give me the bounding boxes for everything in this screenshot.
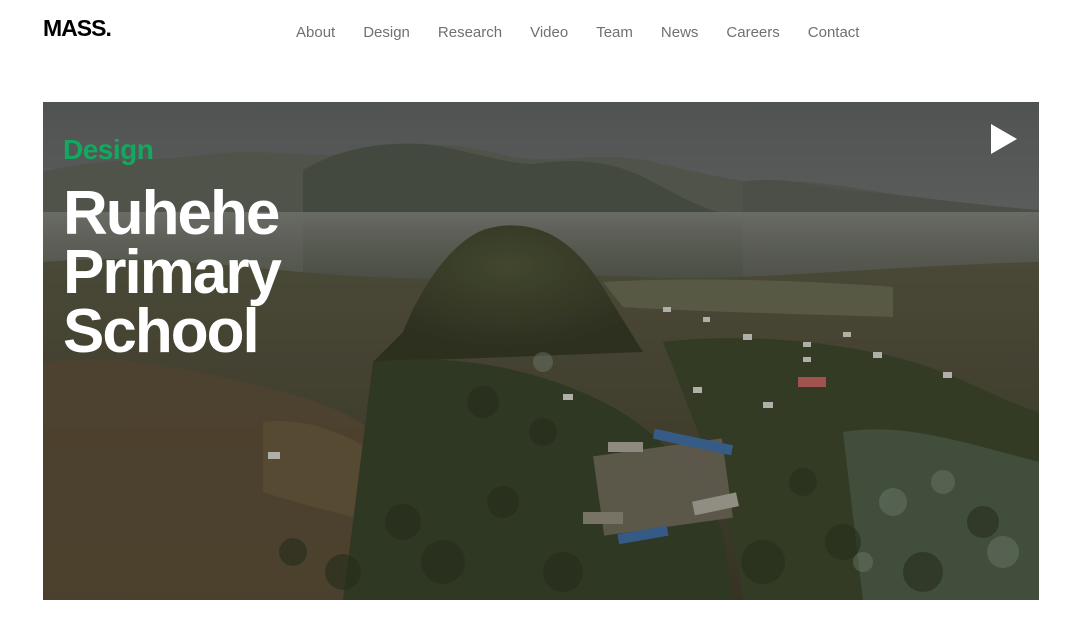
nav-item-careers[interactable]: Careers: [726, 24, 779, 41]
nav-item-video[interactable]: Video: [530, 24, 568, 41]
nav-item-about[interactable]: About: [296, 24, 335, 41]
hero-category-label[interactable]: Design: [63, 134, 154, 166]
hero-feature[interactable]: Design Ruhehe Primary School: [43, 102, 1039, 600]
nav-item-design[interactable]: Design: [363, 24, 410, 41]
site-header: MASS. About Design Research Video Team N…: [0, 0, 1081, 70]
nav-item-team[interactable]: Team: [596, 24, 633, 41]
nav-item-news[interactable]: News: [661, 24, 699, 41]
nav-item-contact[interactable]: Contact: [808, 24, 860, 41]
site-logo[interactable]: MASS.: [43, 15, 112, 42]
play-icon[interactable]: [989, 122, 1019, 156]
main-nav: About Design Research Video Team News Ca…: [296, 24, 887, 41]
hero-title[interactable]: Ruhehe Primary School: [63, 183, 383, 363]
nav-item-research[interactable]: Research: [438, 24, 502, 41]
